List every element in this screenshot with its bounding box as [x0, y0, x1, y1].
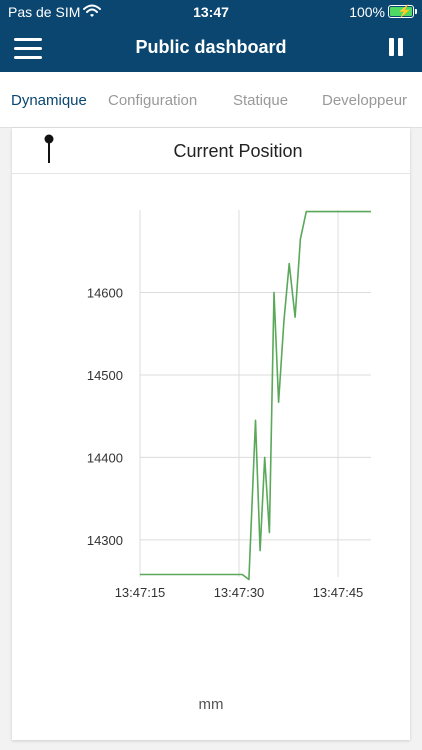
card-title: Current Position: [173, 141, 303, 161]
x-tick-label: 13:47:45: [313, 585, 364, 600]
tab-developpeur[interactable]: Developpeur: [322, 92, 407, 109]
position-line-chart: 14300 14400 14500 14600 13:47:15 13:47:30 13:4…: [87, 210, 371, 600]
y-tick-label: 14300: [87, 533, 123, 548]
x-tick-label: 13:47:30: [214, 585, 265, 600]
page-title: Public dashboard: [135, 37, 287, 57]
home-indicator: [0, 741, 422, 750]
series-line: [140, 210, 371, 581]
tab-bar: Dynamique Configuration Statique Develop…: [0, 72, 422, 128]
pause-icon[interactable]: [388, 38, 404, 58]
app-header: Pas de SIM 13:47 100% ⚡ Public dashboard: [0, 0, 422, 72]
battery-charging-icon: ⚡: [388, 4, 417, 18]
tab-configuration[interactable]: Configuration: [108, 92, 197, 109]
y-tick-label: 14400: [87, 450, 123, 465]
position-card: Current Position 14300 14400 14500 14600 13:…: [12, 128, 410, 740]
battery-percent: 100%: [349, 4, 385, 20]
x-tick-label: 13:47:15: [115, 585, 166, 600]
card-header: Current Position: [12, 128, 410, 174]
tab-dynamique[interactable]: Dynamique: [11, 92, 87, 109]
status-bar: Pas de SIM 13:47 100% ⚡: [0, 0, 422, 24]
y-tick-label: 14500: [87, 368, 123, 383]
x-axis-label: mm: [198, 696, 224, 713]
y-tick-label: 14600: [87, 285, 123, 300]
tab-statique[interactable]: Statique: [233, 92, 288, 109]
